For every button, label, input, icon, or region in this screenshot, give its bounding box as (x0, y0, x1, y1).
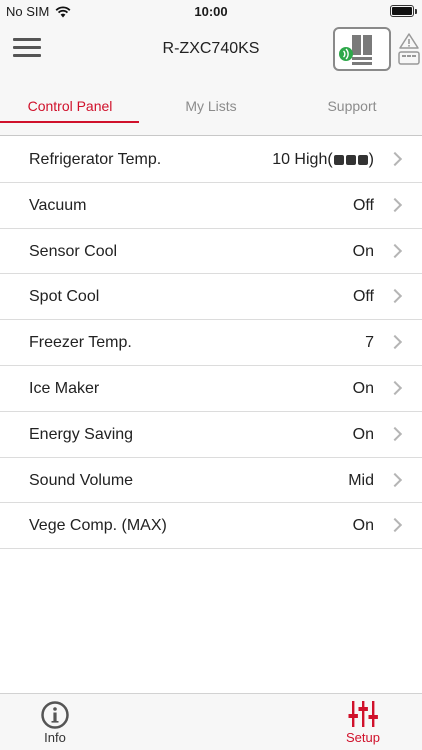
tab-my-lists[interactable]: My Lists (141, 98, 281, 114)
row-value: Off (352, 196, 374, 214)
status-bar: No SIM 10:00 (0, 0, 422, 22)
bottom-tab-label: Setup (346, 730, 380, 745)
row-value: On (352, 379, 374, 397)
chevron-right-icon (387, 518, 403, 533)
sliders-icon (348, 701, 378, 727)
row-value: On (352, 242, 374, 260)
row-value: On (352, 517, 374, 535)
row-label: Ice Maker (29, 379, 100, 397)
chevron-right-icon (387, 335, 403, 350)
row-freezer-temp[interactable]: Freezer Temp. 7 (0, 320, 422, 366)
top-tabs: Control Panel My Lists Support (0, 78, 422, 136)
chevron-right-icon (387, 151, 403, 167)
fridge-connected-icon (339, 35, 372, 65)
fridge-warning-icon[interactable] (396, 32, 422, 68)
row-label: Spot Cool (29, 288, 100, 306)
row-label: Sound Volume (29, 471, 134, 489)
row-sensor-cool[interactable]: Sensor Cool On (0, 228, 422, 275)
chevron-right-icon (387, 243, 403, 258)
row-label: Sensor Cool (29, 242, 118, 260)
row-refrigerator-temp[interactable]: Refrigerator Temp. 10 High( ) (0, 137, 422, 183)
row-label: Vacuum (29, 196, 87, 214)
settings-list: Refrigerator Temp. 10 High( ) Vacuum Off… (0, 137, 422, 550)
row-value: Mid (348, 471, 374, 489)
chevron-right-icon (387, 472, 403, 487)
row-label: Refrigerator Temp. (29, 151, 162, 168)
chevron-right-icon (387, 380, 403, 396)
tab-support[interactable]: Support (282, 98, 422, 114)
row-energy-saving[interactable]: Energy Saving On (0, 411, 422, 458)
row-label: Freezer Temp. (29, 334, 132, 352)
nav-bar: R-ZXC740KS (0, 22, 422, 78)
chevron-right-icon (387, 426, 403, 441)
row-value-text: 10 High( (272, 151, 333, 168)
row-label: Energy Saving (29, 425, 134, 443)
row-sound-volume[interactable]: Sound Volume Mid (0, 457, 422, 504)
bottom-tab-info[interactable]: Info (0, 694, 110, 750)
chevron-right-icon (387, 289, 403, 304)
active-tab-indicator (0, 121, 139, 123)
row-vege-comp[interactable]: Vege Comp. (MAX) On (0, 503, 422, 550)
bottom-tab-label: Info (44, 730, 66, 745)
info-icon (41, 701, 69, 729)
row-value: 7 (365, 334, 374, 352)
row-ice-maker[interactable]: Ice Maker On (0, 365, 422, 412)
row-label: Vege Comp. (MAX) (29, 517, 167, 535)
tab-control-panel[interactable]: Control Panel (0, 98, 140, 114)
fridge-status-button[interactable] (333, 27, 391, 71)
row-value: 10 High( ) (272, 151, 374, 169)
chevron-right-icon (387, 197, 403, 212)
row-value-suffix: ) (368, 151, 374, 168)
row-vacuum[interactable]: Vacuum Off (0, 182, 422, 229)
bottom-tab-bar: Info Setup (0, 693, 422, 750)
battery-icon (390, 5, 417, 17)
status-time: 10:00 (194, 4, 228, 19)
row-spot-cool[interactable]: Spot Cool Off (0, 274, 422, 321)
row-value: On (352, 425, 374, 443)
temperature-level-indicator (333, 155, 368, 165)
row-value: Off (352, 288, 374, 306)
bottom-tab-setup[interactable]: Setup (308, 694, 418, 750)
